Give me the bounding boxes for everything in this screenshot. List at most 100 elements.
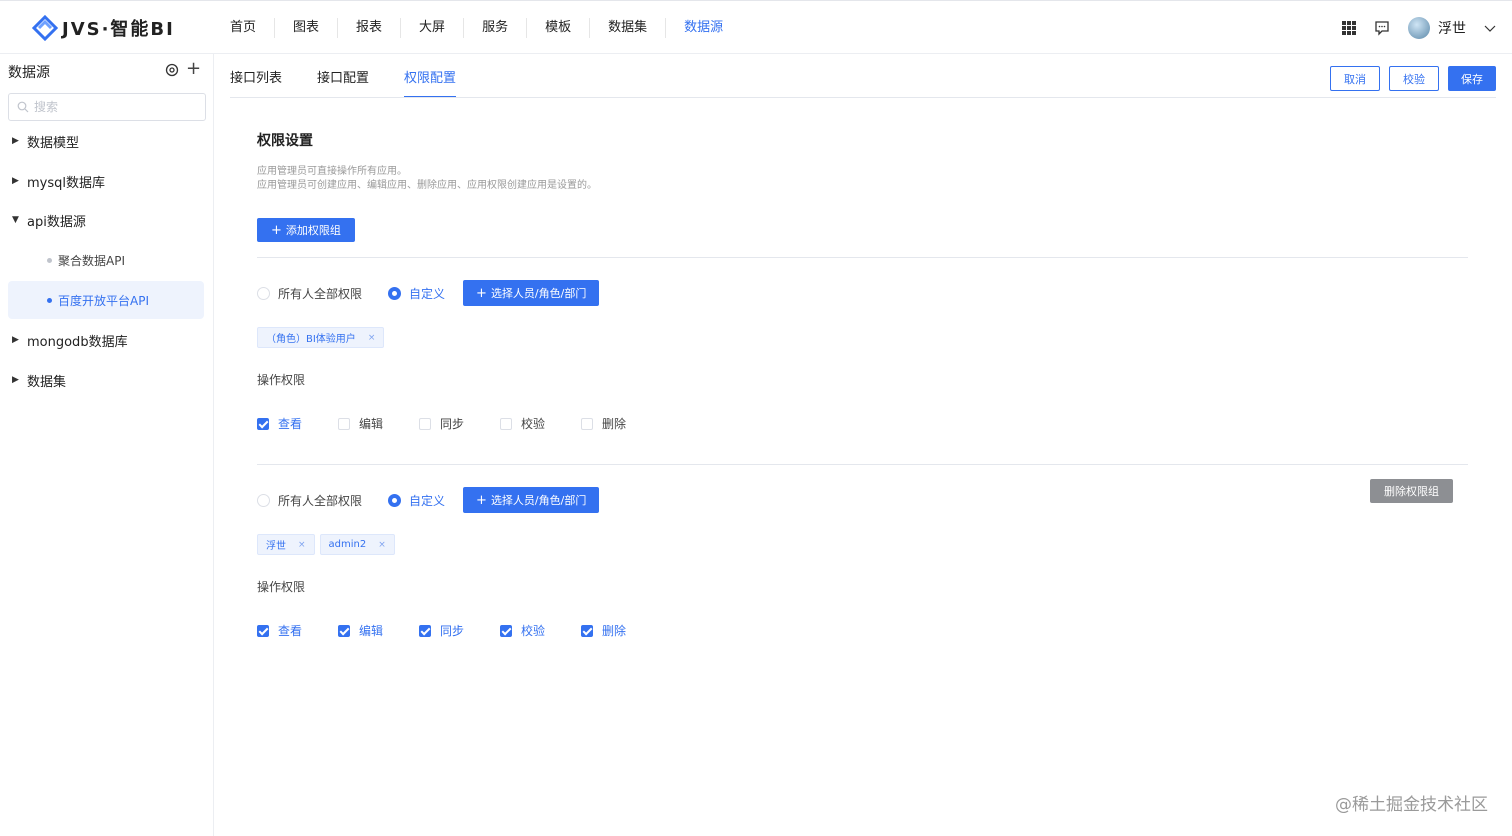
member-tag: admin2 × (319, 534, 395, 555)
section-title: 权限设置 (257, 133, 313, 149)
nav-datasets[interactable]: 数据集 (590, 18, 667, 38)
nav-home[interactable]: 首页 (212, 18, 276, 38)
nav-bigscreen[interactable]: 大屏 (401, 18, 465, 38)
radio-label: 自定义 (409, 493, 446, 508)
caret-down-icon: ▼ (12, 215, 19, 225)
checkbox-label: 查看 (278, 417, 303, 431)
checkbox-label: 同步 (440, 417, 465, 431)
checkbox-verify[interactable]: 校验 (500, 622, 581, 639)
header-right: 浮世 (1342, 1, 1496, 55)
select-members-label: 选择人员/角色/部门 (490, 287, 587, 300)
tree-child-aggregate-api[interactable]: 聚合数据API (8, 241, 204, 279)
group1-tags: （角色）BI体验用户 × (257, 327, 385, 348)
radio-label: 所有人全部权限 (278, 286, 363, 301)
checkbox-edit[interactable]: 编辑 (338, 622, 419, 639)
tab-permission-config[interactable]: 权限配置 (404, 67, 457, 98)
verify-button[interactable]: 校验 (1389, 66, 1439, 91)
group2-tags: 浮世 × admin2 × (257, 534, 395, 555)
app-logo[interactable]: JVS·智能BI (32, 14, 175, 42)
add-permission-group-button[interactable]: + 添加权限组 (257, 218, 355, 242)
tree-item-mysql[interactable]: ▶ mysql数据库 (0, 166, 214, 196)
checkbox-label: 编辑 (359, 417, 384, 431)
nav-charts[interactable]: 图表 (275, 18, 339, 38)
action-buttons: 取消 校验 保存 (1330, 66, 1496, 91)
nav-datasources[interactable]: 数据源 (666, 18, 741, 38)
tree-item-mongodb[interactable]: ▶ mongodb数据库 (0, 325, 214, 355)
top-header: JVS·智能BI 首页 图表 报表 大屏 服务 模板 数据集 数据源 浮世 (0, 0, 1512, 54)
tag-label: 浮世 (266, 541, 286, 552)
select-members-button[interactable]: + 选择人员/角色/部门 (463, 280, 600, 306)
member-tag: （角色）BI体验用户 × (257, 327, 385, 348)
checkbox-label: 删除 (602, 417, 627, 431)
nav-services[interactable]: 服务 (464, 18, 528, 38)
main-nav: 首页 图表 报表 大屏 服务 模板 数据集 数据源 (212, 1, 741, 55)
group2-ops: 查看 编辑 同步 校验 删除 (257, 622, 662, 639)
close-icon[interactable]: × (368, 333, 376, 343)
cancel-button[interactable]: 取消 (1330, 66, 1380, 91)
bullet-dot (47, 297, 52, 303)
sidebar-search (8, 93, 206, 121)
section-desc-line1: 应用管理员可直接操作所有应用。 (257, 166, 407, 177)
checkbox-box (257, 624, 269, 637)
checkbox-verify[interactable]: 校验 (500, 415, 581, 432)
tab-api-config[interactable]: 接口配置 (317, 67, 369, 98)
select-members-button[interactable]: + 选择人员/角色/部门 (463, 487, 600, 513)
radio-label: 自定义 (409, 286, 446, 301)
tree-item-label: mongodb数据库 (27, 334, 128, 350)
radio-circle (257, 493, 270, 507)
checkbox-label: 同步 (440, 624, 465, 638)
close-icon[interactable]: × (378, 540, 386, 550)
message-icon[interactable] (1374, 20, 1390, 36)
tree-item-api[interactable]: ▼ api数据源 (0, 205, 214, 235)
apps-grid-icon[interactable] (1342, 21, 1356, 35)
ops-permission-label: 操作权限 (257, 373, 306, 387)
group1-scope: 所有人全部权限 自定义 + 选择人员/角色/部门 (257, 280, 600, 306)
checkbox-sync[interactable]: 同步 (419, 415, 500, 432)
tree-item-data-model[interactable]: ▶ 数据模型 (0, 126, 214, 156)
tree-item-label: 数据模型 (27, 135, 80, 151)
checkbox-delete[interactable]: 删除 (581, 622, 662, 639)
group-divider (257, 257, 1468, 258)
checkbox-box (419, 624, 431, 637)
checkbox-label: 查看 (278, 624, 303, 638)
plus-icon: + (271, 222, 282, 238)
caret-right-icon: ▶ (12, 335, 19, 345)
checkbox-box (338, 624, 350, 637)
member-tag: 浮世 × (257, 534, 315, 555)
tree-child-baidu-api[interactable]: 百度开放平台API (8, 281, 204, 319)
add-icon[interactable]: + (186, 59, 201, 79)
checkbox-edit[interactable]: 编辑 (338, 415, 419, 432)
tree-item-dataset[interactable]: ▶ 数据集 (0, 365, 214, 395)
nav-reports[interactable]: 报表 (338, 18, 402, 38)
checkbox-view[interactable]: 查看 (257, 622, 338, 639)
checkbox-box (581, 417, 593, 430)
user-avatar[interactable] (1408, 17, 1430, 39)
settings-icon[interactable] (164, 62, 180, 78)
radio-custom[interactable]: 自定义 (388, 285, 445, 302)
chevron-down-icon[interactable] (1484, 22, 1496, 34)
save-button[interactable]: 保存 (1448, 66, 1496, 91)
user-name[interactable]: 浮世 (1438, 18, 1466, 38)
search-input[interactable] (34, 100, 194, 114)
sidebar-title: 数据源 (8, 65, 50, 81)
tree-item-label: api数据源 (27, 214, 86, 230)
checkbox-delete[interactable]: 删除 (581, 415, 662, 432)
caret-right-icon: ▶ (12, 136, 19, 146)
radio-all-permissions[interactable]: 所有人全部权限 (257, 492, 362, 509)
checkbox-sync[interactable]: 同步 (419, 622, 500, 639)
nav-templates[interactable]: 模板 (527, 18, 591, 38)
select-members-label: 选择人员/角色/部门 (490, 494, 587, 507)
group-divider (257, 464, 1468, 465)
tree-child-label: 百度开放平台API (58, 293, 149, 308)
ops-permission-label: 操作权限 (257, 580, 306, 594)
radio-custom[interactable]: 自定义 (388, 492, 445, 509)
delete-permission-group-button[interactable]: 删除权限组 (1370, 479, 1453, 503)
tab-api-list[interactable]: 接口列表 (230, 67, 282, 98)
radio-circle (388, 493, 402, 507)
checkbox-view[interactable]: 查看 (257, 415, 338, 432)
checkbox-box (581, 624, 593, 637)
close-icon[interactable]: × (298, 540, 306, 550)
checkbox-box (419, 417, 431, 430)
caret-right-icon: ▶ (12, 176, 19, 186)
radio-all-permissions[interactable]: 所有人全部权限 (257, 285, 362, 302)
